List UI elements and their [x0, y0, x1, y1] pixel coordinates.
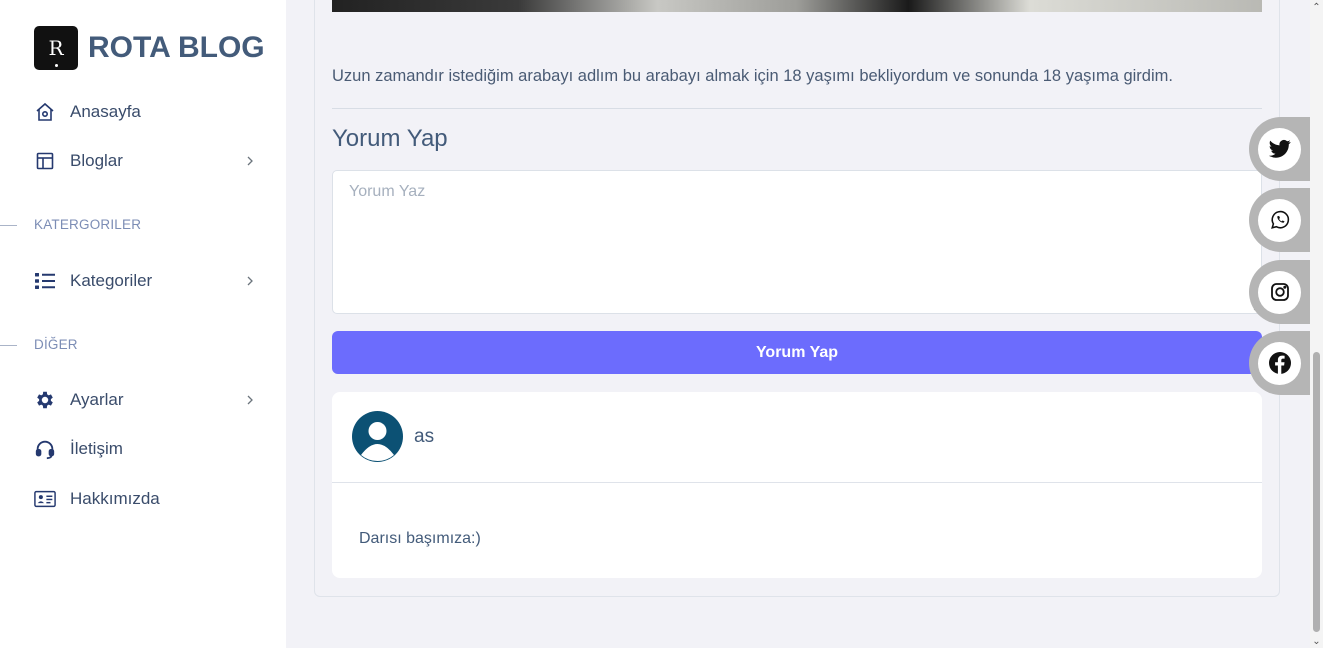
chevron-right-icon — [244, 394, 256, 406]
sidebar-item-bloglar[interactable]: Bloglar — [34, 146, 256, 176]
scroll-down-arrow-icon[interactable]: ⌄ — [1310, 634, 1323, 648]
comment-author: as — [414, 426, 435, 447]
sidebar-item-label: Ayarlar — [70, 390, 124, 409]
post-text: Uzun zamandır istediğim arabayı adlım bu… — [332, 67, 1173, 85]
social-instagram-button[interactable] — [1249, 260, 1313, 324]
sidebar-item-label: Hakkımızda — [70, 489, 160, 508]
avatar — [352, 411, 403, 462]
comment-card: as Darısı başımıza:) — [332, 392, 1262, 578]
sidebar-item-kategoriler[interactable]: Kategoriler — [34, 266, 256, 296]
sidebar-item-label: Anasayfa — [70, 102, 141, 121]
scroll-thumb[interactable] — [1313, 352, 1320, 632]
gear-icon — [34, 389, 56, 411]
divider — [332, 108, 1262, 109]
chevron-right-icon — [244, 275, 256, 287]
whatsapp-icon — [1258, 198, 1301, 242]
list-icon — [34, 270, 56, 292]
sidebar-item-label: Kategoriler — [70, 271, 153, 290]
sidebar-item-iletisim[interactable]: İletişim — [34, 434, 256, 464]
sidebar: R ROTA BLOG Anasayfa Bloglar KATERGORILE… — [0, 0, 286, 648]
social-whatsapp-button[interactable] — [1249, 188, 1313, 252]
comment-input[interactable] — [332, 170, 1262, 314]
twitter-icon — [1258, 127, 1301, 171]
brand[interactable]: R ROTA BLOG — [34, 26, 265, 70]
scroll-up-arrow-icon[interactable]: ⌃ — [1310, 0, 1323, 14]
comment-text: Darısı başımıza:) — [359, 530, 481, 547]
layout-icon — [34, 150, 56, 172]
brand-title: ROTA BLOG — [88, 31, 265, 64]
sidebar-item-ayarlar[interactable]: Ayarlar — [34, 385, 256, 415]
post-image — [332, 0, 1262, 12]
comment-header: as — [332, 392, 1262, 483]
sidebar-item-label: İletişim — [70, 439, 123, 458]
facebook-icon — [1258, 341, 1301, 385]
comment-heading: Yorum Yap — [332, 125, 448, 152]
submit-comment-button[interactable]: Yorum Yap — [332, 331, 1262, 374]
id-card-icon — [34, 488, 56, 510]
sidebar-item-anasayfa[interactable]: Anasayfa — [34, 97, 256, 127]
section-title-kategoriler: KATERGORILER — [34, 217, 142, 232]
instagram-icon — [1258, 270, 1301, 314]
page-scrollbar[interactable]: ⌃ ⌄ — [1310, 0, 1323, 648]
section-divider — [0, 345, 17, 346]
section-divider — [0, 225, 17, 226]
brand-logo-letter: R — [48, 36, 64, 60]
headset-icon — [34, 438, 56, 460]
sidebar-item-label: Bloglar — [70, 151, 123, 170]
social-twitter-button[interactable] — [1249, 117, 1313, 181]
sidebar-item-hakkimizda[interactable]: Hakkımızda — [34, 484, 256, 514]
social-facebook-button[interactable] — [1249, 331, 1313, 395]
home-icon — [34, 101, 56, 123]
chevron-right-icon — [244, 155, 256, 167]
brand-logo: R — [34, 26, 78, 70]
section-title-diger: DİĞER — [34, 337, 78, 352]
